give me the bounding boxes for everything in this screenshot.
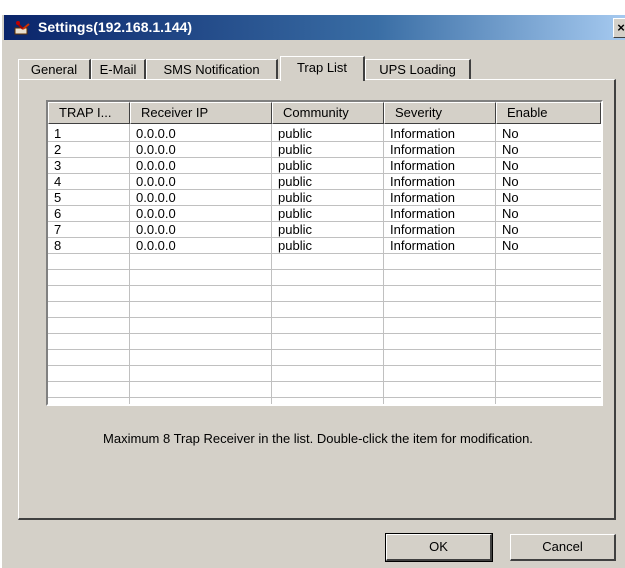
table-cell: 0.0.0.0: [136, 126, 176, 141]
close-icon: ×: [617, 20, 625, 35]
top-strip: [2, 1, 625, 15]
cancel-button[interactable]: Cancel: [510, 534, 616, 561]
grid-line: [48, 365, 601, 366]
table-cell: Information: [390, 174, 456, 189]
table-cell: 0.0.0.0: [136, 158, 176, 173]
grid-line: [48, 285, 601, 286]
table-cell: No: [502, 158, 519, 173]
table-cell: Information: [390, 126, 456, 141]
table-cell: 1: [54, 126, 62, 141]
table-cell: 7: [54, 222, 62, 237]
table-row[interactable]: 3 0.0.0.0 public Information No: [48, 158, 601, 174]
table-cell: public: [278, 222, 312, 237]
table-cell: 0.0.0.0: [136, 142, 176, 157]
trap-list-view[interactable]: TRAP I... Receiver IP Community Severity…: [46, 100, 603, 406]
title-bar[interactable]: Settings(192.168.1.144) ×: [4, 15, 625, 40]
table-cell: public: [278, 238, 312, 253]
tab-general[interactable]: General: [18, 59, 91, 79]
table-row[interactable]: 4 0.0.0.0 public Information No: [48, 174, 601, 190]
table-cell: 0.0.0.0: [136, 206, 176, 221]
table-cell: 6: [54, 206, 62, 221]
column-header-receiver-ip[interactable]: Receiver IP: [130, 102, 272, 124]
trap-list-panel: TRAP I... Receiver IP Community Severity…: [18, 79, 616, 520]
column-header-enable[interactable]: Enable: [496, 102, 601, 124]
grid-line: [48, 301, 601, 302]
ups-app-icon: [14, 20, 32, 36]
table-cell: No: [502, 142, 519, 157]
table-cell: No: [502, 206, 519, 221]
table-cell: public: [278, 174, 312, 189]
table-cell: 8: [54, 238, 62, 253]
table-cell: 0.0.0.0: [136, 190, 176, 205]
table-cell: No: [502, 238, 519, 253]
table-cell: public: [278, 126, 312, 141]
table-cell: 0.0.0.0: [136, 238, 176, 253]
table-cell: No: [502, 190, 519, 205]
tab-ups-loading[interactable]: UPS Loading: [365, 59, 471, 79]
grid-line: [48, 333, 601, 334]
tab-sms-notification[interactable]: SMS Notification: [146, 59, 278, 79]
table-cell: 0.0.0.0: [136, 222, 176, 237]
table-row[interactable]: 8 0.0.0.0 public Information No: [48, 238, 601, 254]
ok-button[interactable]: OK: [385, 533, 493, 562]
table-cell: public: [278, 142, 312, 157]
grid-line: [48, 269, 601, 270]
table-cell: 3: [54, 158, 62, 173]
tab-trap-list[interactable]: Trap List: [280, 56, 365, 81]
table-row[interactable]: 1 0.0.0.0 public Information No: [48, 126, 601, 142]
column-header-severity[interactable]: Severity: [384, 102, 496, 124]
table-cell: 2: [54, 142, 62, 157]
table-cell: public: [278, 190, 312, 205]
grid-line: [48, 381, 601, 382]
table-row[interactable]: 5 0.0.0.0 public Information No: [48, 190, 601, 206]
table-cell: Information: [390, 190, 456, 205]
grid-line: [48, 349, 601, 350]
settings-window: Settings(192.168.1.144) × General E-Mail…: [0, 0, 625, 568]
tab-email[interactable]: E-Mail: [91, 59, 146, 79]
table-cell: 0.0.0.0: [136, 174, 176, 189]
table-cell: Information: [390, 222, 456, 237]
table-cell: No: [502, 222, 519, 237]
grid-line: [48, 397, 601, 398]
column-header-community[interactable]: Community: [272, 102, 384, 124]
close-button[interactable]: ×: [613, 18, 625, 38]
table-cell: public: [278, 206, 312, 221]
table-cell: 4: [54, 174, 62, 189]
table-cell: Information: [390, 238, 456, 253]
table-cell: Information: [390, 158, 456, 173]
table-cell: No: [502, 126, 519, 141]
column-header-trap-id[interactable]: TRAP I...: [48, 102, 130, 124]
table-cell: Information: [390, 206, 456, 221]
table-row[interactable]: 7 0.0.0.0 public Information No: [48, 222, 601, 238]
table-cell: No: [502, 174, 519, 189]
grid-line: [48, 317, 601, 318]
table-cell: public: [278, 158, 312, 173]
window-title: Settings(192.168.1.144): [38, 19, 193, 35]
instruction-text: Maximum 8 Trap Receiver in the list. Dou…: [103, 431, 533, 446]
table-cell: Information: [390, 142, 456, 157]
table-row[interactable]: 6 0.0.0.0 public Information No: [48, 206, 601, 222]
table-row[interactable]: 2 0.0.0.0 public Information No: [48, 142, 601, 158]
table-cell: 5: [54, 190, 62, 205]
